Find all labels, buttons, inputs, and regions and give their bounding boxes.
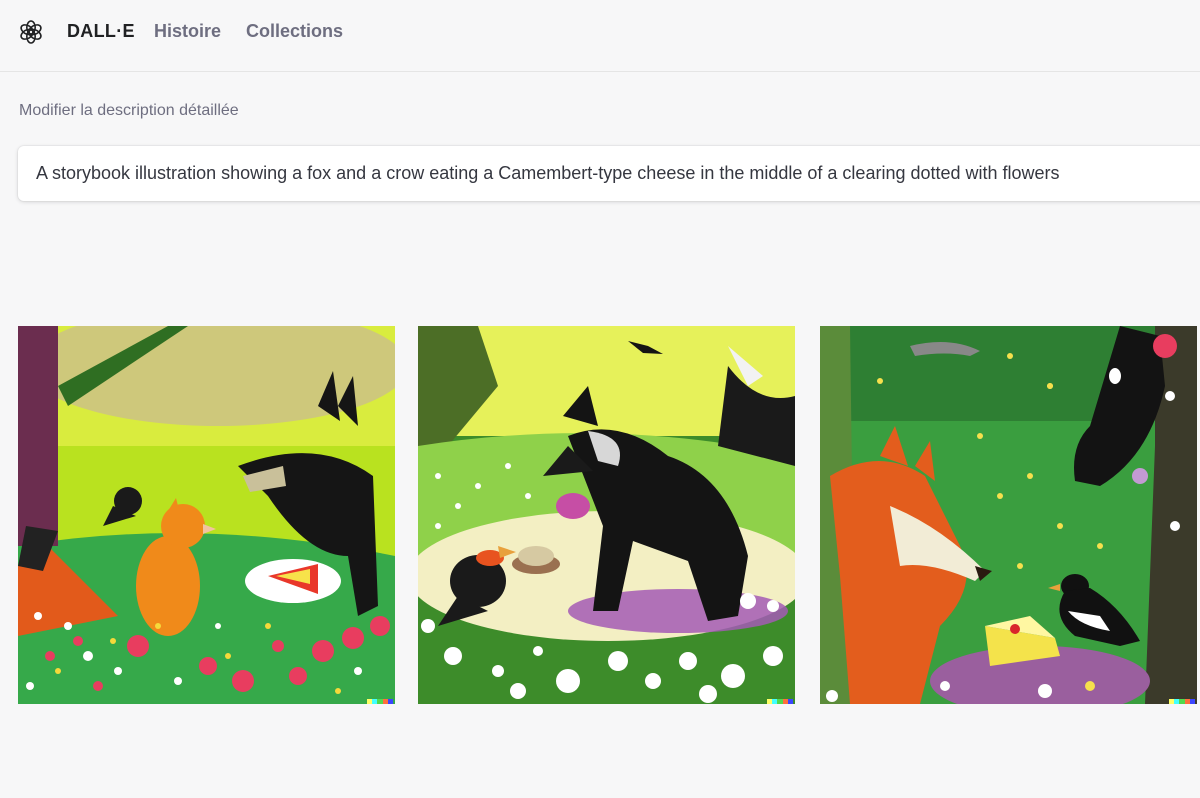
top-navigation-bar: DALL·E Histoire Collections xyxy=(0,0,1200,72)
image-signature-3 xyxy=(1169,699,1196,704)
generated-image-3[interactable] xyxy=(820,326,1197,704)
prompt-text[interactable]: A storybook illustration showing a fox a… xyxy=(36,163,1060,184)
image-illustration-3 xyxy=(820,326,1197,704)
nav-dalle[interactable]: DALL·E xyxy=(67,20,135,42)
image-illustration-2 xyxy=(418,326,795,704)
nav-history[interactable]: Histoire xyxy=(154,20,221,42)
image-signature-2 xyxy=(767,699,794,704)
prompt-input[interactable]: A storybook illustration showing a fox a… xyxy=(18,146,1200,201)
generated-image-2[interactable] xyxy=(418,326,795,704)
nav-collections[interactable]: Collections xyxy=(246,20,343,42)
openai-logo-icon[interactable] xyxy=(18,19,44,45)
image-illustration-1 xyxy=(18,326,395,704)
generated-image-1[interactable] xyxy=(18,326,395,704)
prompt-label: Modifier la description détaillée xyxy=(19,102,239,119)
image-signature-1 xyxy=(367,699,394,704)
